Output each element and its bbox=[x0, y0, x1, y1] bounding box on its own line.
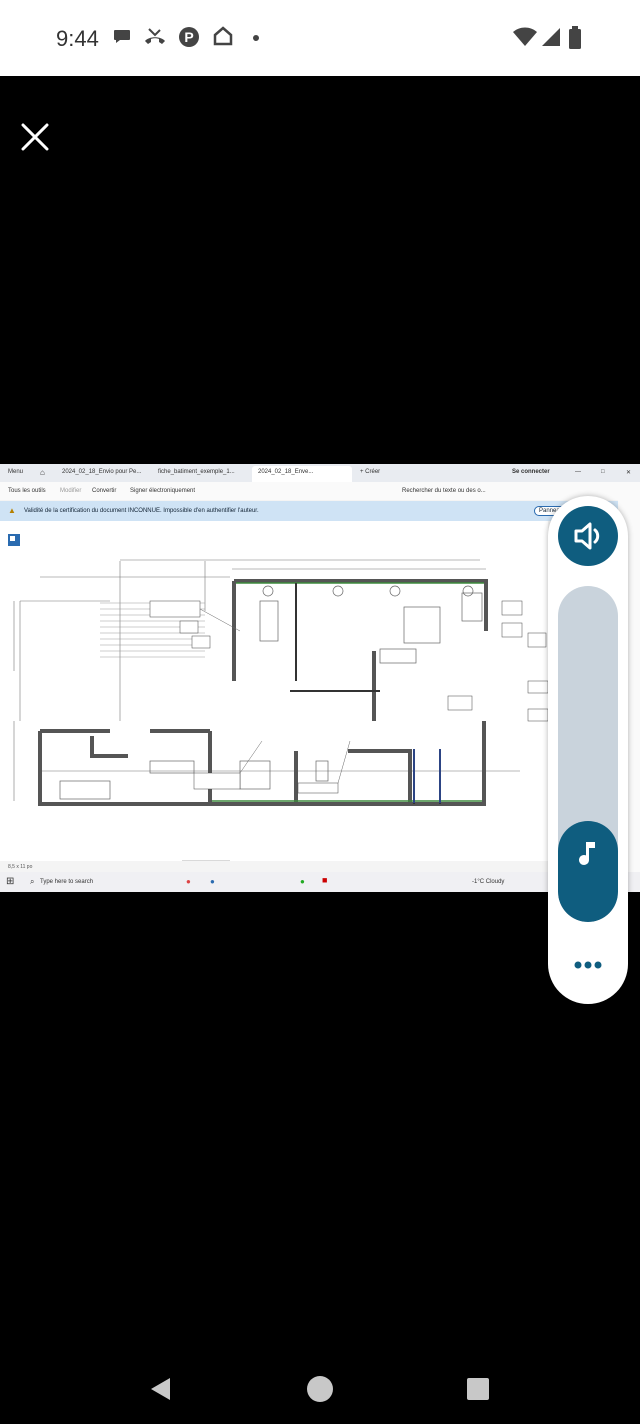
photo-image: Menu ⌂ 2024_02_18_Envio pour Pe... fiche… bbox=[0, 464, 640, 892]
wifi-icon bbox=[513, 27, 537, 46]
status-bar: 9:44 P bbox=[0, 0, 640, 76]
battery-icon bbox=[569, 26, 581, 49]
menu-convert: Convertir bbox=[92, 488, 117, 494]
edge-icon: ● bbox=[210, 877, 215, 886]
acrobat-icon: ■ bbox=[322, 875, 328, 885]
tab-3: 2024_02_18_Enve... bbox=[258, 469, 314, 475]
svg-text:P: P bbox=[184, 29, 193, 45]
new-tab: + Créer bbox=[360, 469, 381, 475]
recents-icon[interactable] bbox=[463, 1374, 493, 1404]
menu-search: Rechercher du texte ou des o... bbox=[402, 488, 486, 494]
menu-label: Menu bbox=[8, 469, 24, 475]
menu-edit: Modifier bbox=[60, 488, 82, 494]
close-window-icon: ✕ bbox=[626, 470, 632, 476]
menu-e-sign: Signer électroniquement bbox=[130, 488, 196, 494]
taskbar-weather: -1°C Cloudy bbox=[472, 879, 505, 885]
windows-start-icon: ⊞ bbox=[6, 876, 15, 887]
search-icon: ⌕ bbox=[30, 877, 35, 886]
floor-plan-document bbox=[0, 521, 549, 862]
status-time: 9:44 bbox=[56, 26, 99, 51]
menu-all-tools: Tous les outils bbox=[8, 488, 46, 494]
page-size-label: 8,5 x 11 po bbox=[8, 864, 33, 870]
home-icon bbox=[213, 26, 233, 46]
home-icon: ⌂ bbox=[40, 468, 45, 477]
volume-slider[interactable] bbox=[558, 586, 618, 922]
more-icon bbox=[574, 961, 602, 969]
maximize-icon: □ bbox=[601, 469, 605, 475]
spotify-icon: ● bbox=[300, 877, 305, 886]
close-icon[interactable] bbox=[18, 120, 52, 154]
chrome-icon: ● bbox=[186, 877, 191, 886]
navigation-bar bbox=[0, 1350, 640, 1424]
home-icon[interactable] bbox=[305, 1374, 335, 1404]
cell-signal-icon bbox=[542, 28, 560, 46]
browser-tab-bar: Menu ⌂ 2024_02_18_Envio pour Pe... fiche… bbox=[0, 464, 640, 482]
app-menu-bar: Tous les outils Modifier Convertir Signe… bbox=[0, 482, 640, 500]
more-button[interactable] bbox=[564, 950, 612, 980]
dot-icon bbox=[253, 35, 259, 41]
tab-1: 2024_02_18_Envio pour Pe... bbox=[62, 469, 142, 475]
missed-call-icon bbox=[145, 28, 165, 44]
back-icon[interactable] bbox=[146, 1374, 176, 1404]
taskbar-search-placeholder: Type here to search bbox=[40, 879, 94, 885]
minimize-icon: — bbox=[575, 469, 581, 475]
volume-panel bbox=[548, 496, 628, 1004]
floor-plan-drawing bbox=[8, 534, 549, 862]
chat-bubble-icon bbox=[114, 30, 130, 43]
volume-button[interactable] bbox=[558, 506, 618, 566]
volume-icon bbox=[574, 522, 600, 550]
sign-in: Se connecter bbox=[512, 469, 550, 475]
tab-2: fiche_batiment_exemple_1... bbox=[158, 469, 235, 475]
parking-icon: P bbox=[179, 27, 199, 47]
music-note-icon bbox=[579, 842, 595, 865]
info-message: Validité de la certification du document… bbox=[24, 508, 259, 514]
warning-icon: ▲ bbox=[8, 506, 16, 515]
info-bar: ▲ Validité de la certification du docume… bbox=[0, 501, 640, 521]
windows-taskbar: ⊞ ⌕ Type here to search ● ● ● ■ -1°C Clo… bbox=[0, 872, 640, 892]
volume-slider-fill bbox=[558, 821, 618, 922]
